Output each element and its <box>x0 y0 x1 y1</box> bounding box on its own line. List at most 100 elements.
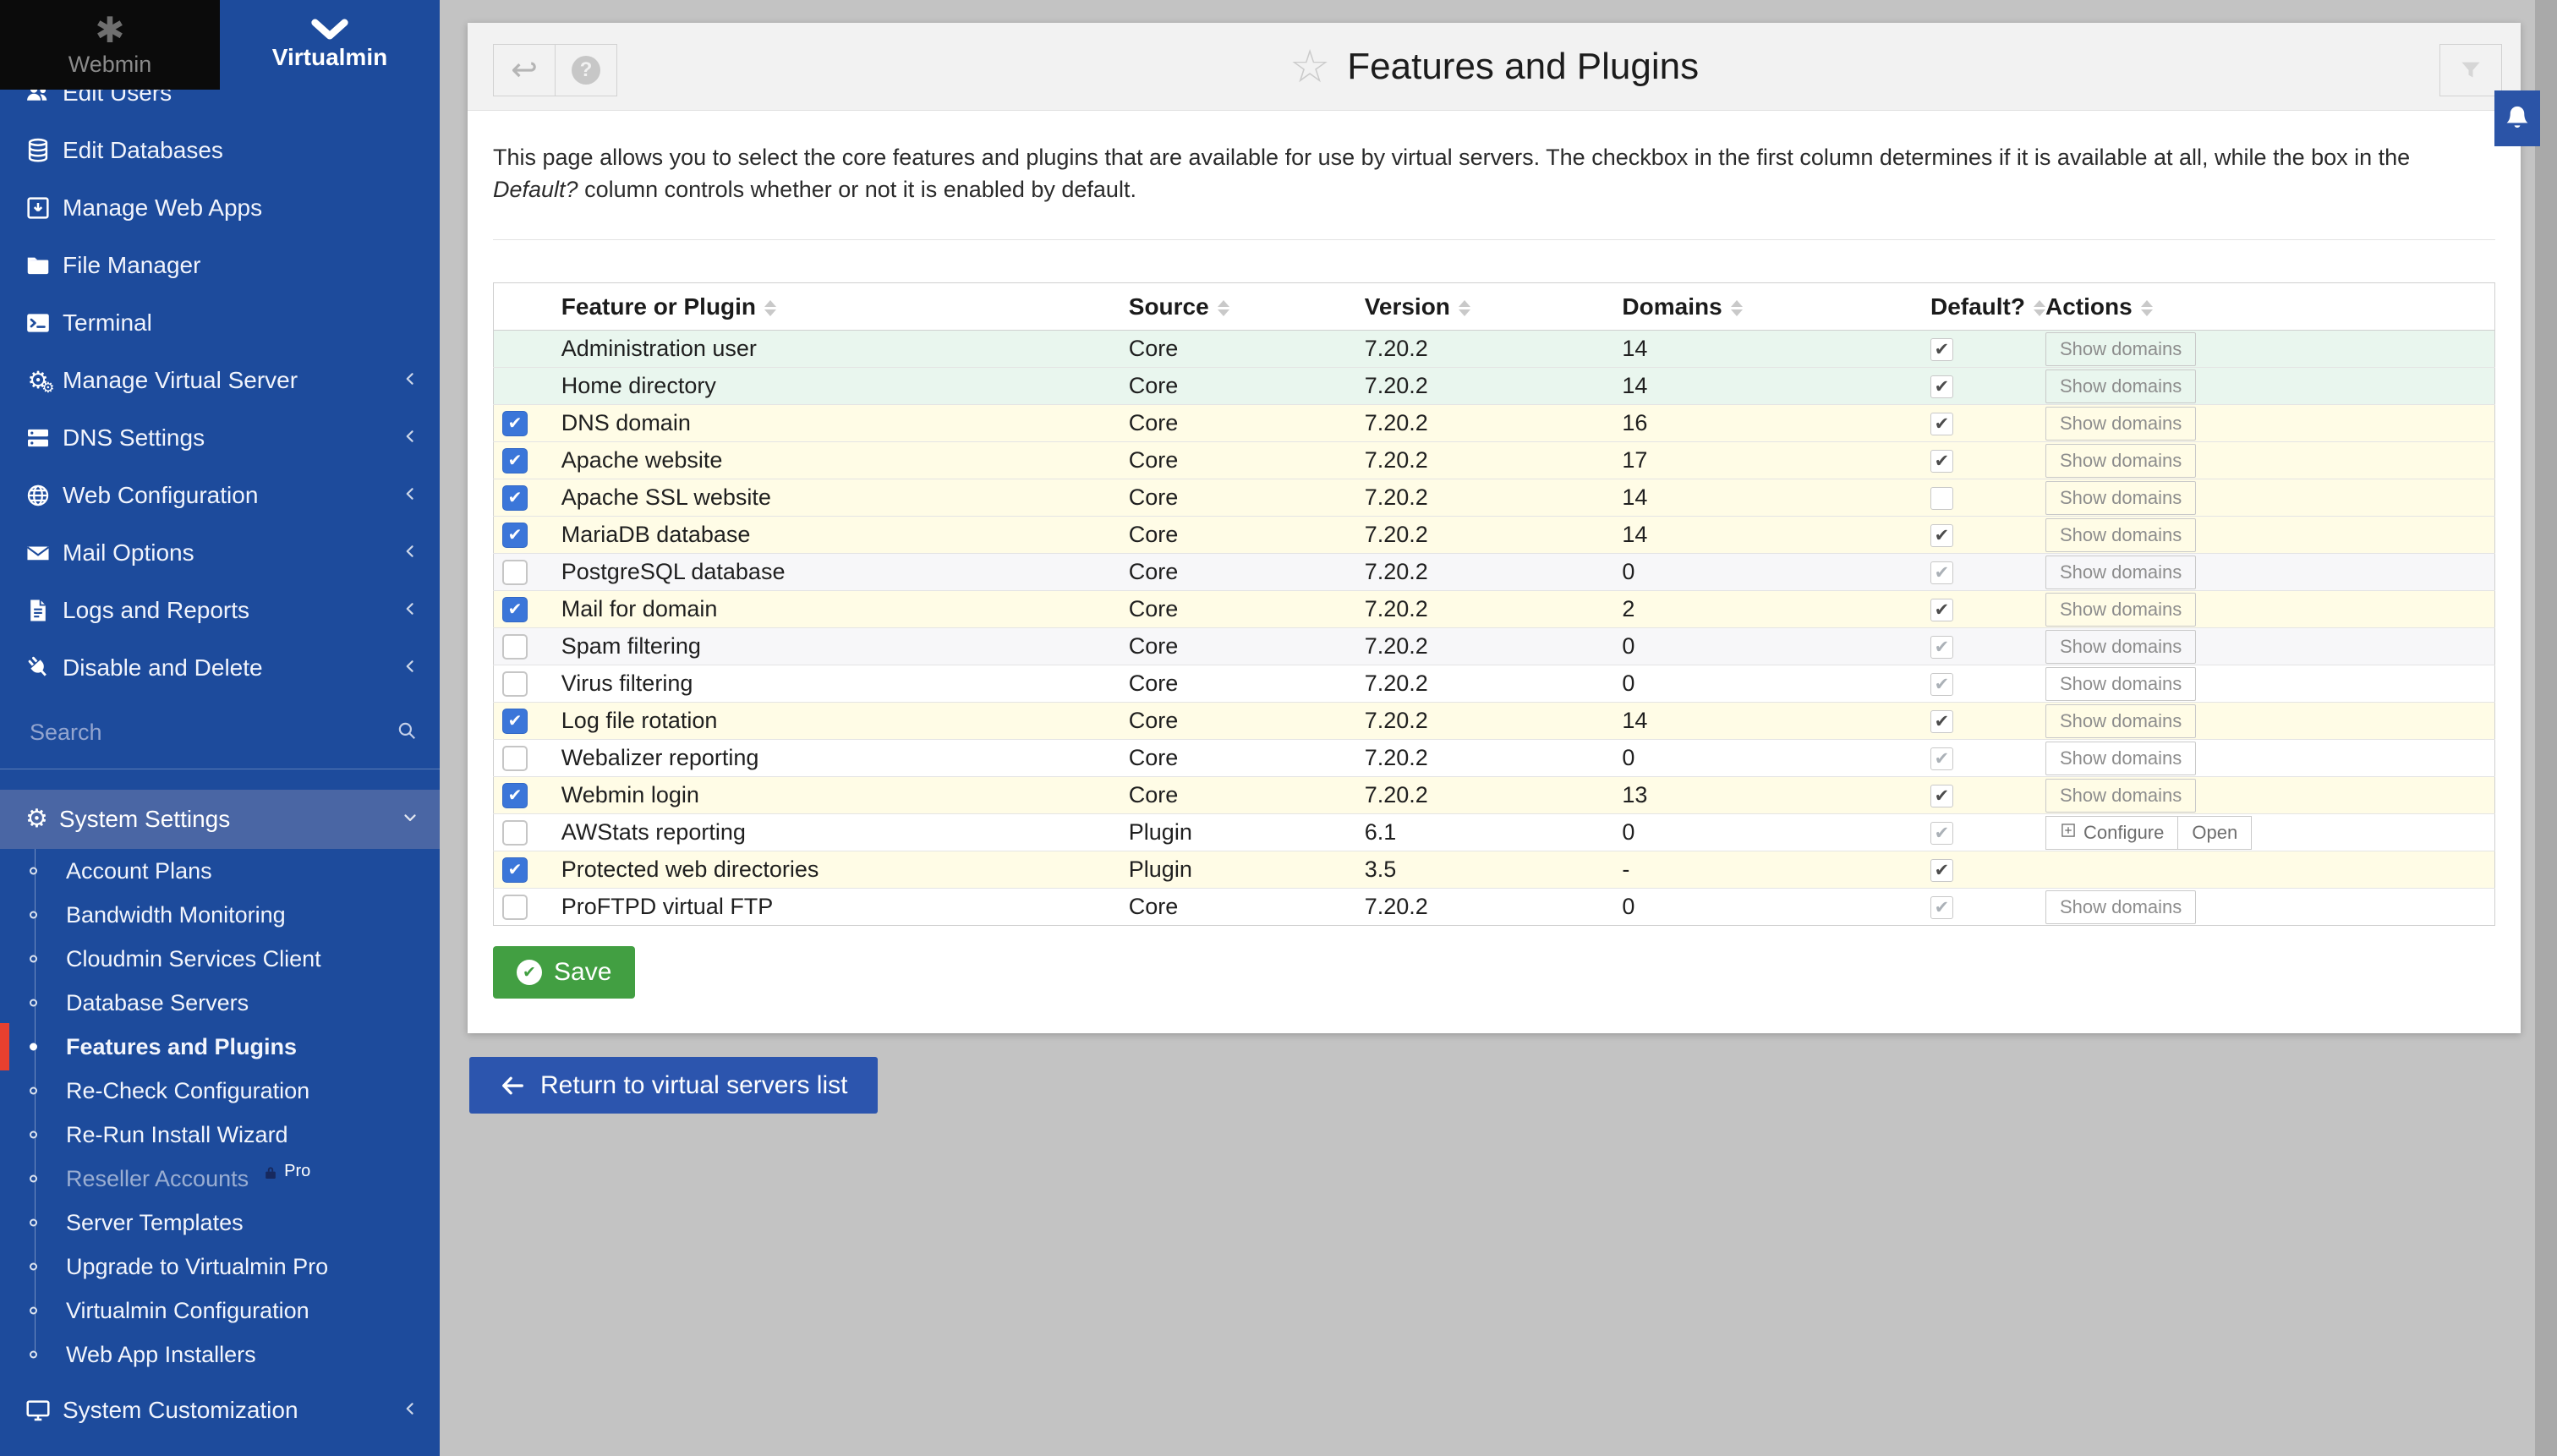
column-header-feature-or-plugin[interactable]: Feature or Plugin <box>559 283 1126 331</box>
default-checkbox[interactable]: ✔ <box>1930 859 1953 882</box>
submenu-item-re-check-configuration[interactable]: Re-Check Configuration <box>0 1069 440 1113</box>
submenu-item-bandwidth-monitoring[interactable]: Bandwidth Monitoring <box>0 893 440 937</box>
save-button[interactable]: ✔ Save <box>493 946 635 999</box>
configure-button[interactable]: Configure <box>2045 816 2178 850</box>
bullet-icon <box>30 911 37 919</box>
submenu-item-features-and-plugins[interactable]: Features and Plugins <box>0 1025 440 1069</box>
available-checkbox[interactable]: ✔ <box>502 485 528 511</box>
default-checkbox[interactable]: ✔ <box>1930 561 1953 584</box>
submenu-item-database-servers[interactable]: Database Servers <box>0 981 440 1025</box>
show-domains-button[interactable]: Show domains <box>2045 332 2196 366</box>
available-checkbox[interactable]: ✔ <box>502 597 528 622</box>
sidebar-item-manage-web-apps[interactable]: Manage Web Apps <box>0 179 440 237</box>
available-checkbox[interactable]: ✔ <box>502 411 528 436</box>
sidebar-item-disable-and-delete[interactable]: Disable and Delete <box>0 639 440 697</box>
sidebar-item-terminal[interactable]: Terminal <box>0 294 440 352</box>
show-domains-button[interactable]: Show domains <box>2045 481 2196 515</box>
default-checkbox[interactable]: ✔ <box>1930 413 1953 435</box>
bullet-icon <box>30 1263 37 1271</box>
show-domains-button[interactable]: Show domains <box>2045 890 2196 924</box>
available-checkbox[interactable] <box>502 820 528 846</box>
favorite-star-icon[interactable]: ☆ <box>1289 44 1330 90</box>
submenu-item-account-plans[interactable]: Account Plans <box>0 849 440 893</box>
table-row-dns-domain: ✔DNS domainCore7.20.216✔Show domains <box>494 405 2495 442</box>
submenu-item-web-app-installers[interactable]: Web App Installers <box>0 1333 440 1377</box>
panel-header: ↩ ? ☆ Features and Plugins <box>468 23 2521 111</box>
show-domains-button[interactable]: Show domains <box>2045 518 2196 552</box>
available-checkbox[interactable]: ✔ <box>502 857 528 883</box>
sidebar-item-web-configuration[interactable]: Web Configuration <box>0 467 440 524</box>
cell-available: ✔ <box>494 479 559 517</box>
default-checkbox[interactable]: ✔ <box>1930 896 1953 919</box>
return-to-servers-button[interactable]: Return to virtual servers list <box>469 1057 878 1114</box>
available-checkbox[interactable] <box>502 560 528 585</box>
default-checkbox[interactable]: ✔ <box>1930 673 1953 696</box>
sidebar-item-edit-databases[interactable]: Edit Databases <box>0 122 440 179</box>
show-domains-button[interactable]: Show domains <box>2045 593 2196 627</box>
default-checkbox[interactable]: ✔ <box>1930 450 1953 473</box>
submenu-item-server-templates[interactable]: Server Templates <box>0 1201 440 1245</box>
show-domains-button[interactable]: Show domains <box>2045 779 2196 813</box>
available-checkbox[interactable] <box>502 746 528 771</box>
column-header-default[interactable]: Default? <box>1893 283 2045 331</box>
search-icon[interactable] <box>396 720 418 746</box>
default-checkbox[interactable]: ✔ <box>1930 524 1953 547</box>
column-header-label: Domains <box>1622 293 1722 320</box>
default-checkbox[interactable]: ✔ <box>1930 375 1953 398</box>
cell-version: 7.20.2 <box>1362 703 1618 740</box>
available-checkbox[interactable] <box>502 895 528 920</box>
default-checkbox[interactable]: ✔ <box>1930 599 1953 621</box>
sidebar-item-system-settings[interactable]: ⚙ System Settings <box>0 790 440 849</box>
submenu-item-reseller-accounts[interactable]: Reseller AccountsPro <box>0 1157 440 1201</box>
sidebar-item-logs-and-reports[interactable]: Logs and Reports <box>0 582 440 639</box>
sidebar-item-manage-virtual-server[interactable]: ⚙⚙Manage Virtual Server <box>0 352 440 409</box>
notifications-button[interactable] <box>2494 90 2540 146</box>
submenu-item-upgrade-to-virtualmin-pro[interactable]: Upgrade to Virtualmin Pro <box>0 1245 440 1289</box>
column-header-version[interactable]: Version <box>1362 283 1618 331</box>
sidebar-item-dns-settings[interactable]: DNS Settings <box>0 409 440 467</box>
available-checkbox[interactable]: ✔ <box>502 523 528 548</box>
show-domains-button[interactable]: Show domains <box>2045 369 2196 403</box>
default-checkbox[interactable]: ✔ <box>1930 710 1953 733</box>
table-row-administration-user: Administration userCore7.20.214✔Show dom… <box>494 331 2495 368</box>
cell-default: ✔ <box>1893 814 2045 851</box>
default-checkbox[interactable]: ✔ <box>1930 747 1953 770</box>
available-checkbox[interactable] <box>502 671 528 697</box>
show-domains-button[interactable]: Show domains <box>2045 630 2196 664</box>
submenu-item-re-run-install-wizard[interactable]: Re-Run Install Wizard <box>0 1113 440 1157</box>
submenu-item-label: Server Templates <box>66 1210 244 1236</box>
show-domains-button[interactable]: Show domains <box>2045 742 2196 775</box>
tab-virtualmin[interactable]: Virtualmin <box>220 0 440 90</box>
show-domains-button[interactable]: Show domains <box>2045 407 2196 441</box>
cell-version: 7.20.2 <box>1362 368 1618 405</box>
available-checkbox[interactable]: ✔ <box>502 709 528 734</box>
search-input[interactable] <box>28 719 396 747</box>
submenu-item-label: Re-Check Configuration <box>66 1078 309 1104</box>
default-checkbox[interactable]: ✔ <box>1930 785 1953 807</box>
sidebar-item-mail-options[interactable]: Mail Options <box>0 524 440 582</box>
submenu-item-cloudmin-services-client[interactable]: Cloudmin Services Client <box>0 937 440 981</box>
submenu-item-virtualmin-configuration[interactable]: Virtualmin Configuration <box>0 1289 440 1333</box>
default-checkbox[interactable]: ✔ <box>1930 338 1953 361</box>
column-header-domains[interactable]: Domains <box>1617 283 1893 331</box>
default-checkbox[interactable]: ✔ <box>1930 636 1953 659</box>
tab-webmin[interactable]: ✱ Webmin <box>0 0 220 90</box>
available-checkbox[interactable] <box>502 634 528 660</box>
scrollbar-track[interactable] <box>2535 0 2557 1456</box>
show-domains-button[interactable]: Show domains <box>2045 704 2196 738</box>
sidebar-item-file-manager[interactable]: File Manager <box>0 237 440 294</box>
show-domains-button[interactable]: Show domains <box>2045 444 2196 478</box>
filter-button[interactable] <box>2439 44 2502 96</box>
sidebar-item-system-customization[interactable]: System Customization <box>0 1382 440 1439</box>
default-checkbox[interactable]: ✔ <box>1930 822 1953 845</box>
default-checkbox[interactable] <box>1930 487 1953 510</box>
column-header-actions[interactable]: Actions <box>2045 283 2495 331</box>
open-button[interactable]: Open <box>2177 816 2252 850</box>
show-domains-button[interactable]: Show domains <box>2045 556 2196 589</box>
column-header-source[interactable]: Source <box>1126 283 1362 331</box>
table-row-webalizer-reporting: Webalizer reportingCore7.20.20✔Show doma… <box>494 740 2495 777</box>
available-checkbox[interactable]: ✔ <box>502 783 528 808</box>
show-domains-button[interactable]: Show domains <box>2045 667 2196 701</box>
available-checkbox[interactable]: ✔ <box>502 448 528 473</box>
bullet-icon <box>30 1219 37 1227</box>
